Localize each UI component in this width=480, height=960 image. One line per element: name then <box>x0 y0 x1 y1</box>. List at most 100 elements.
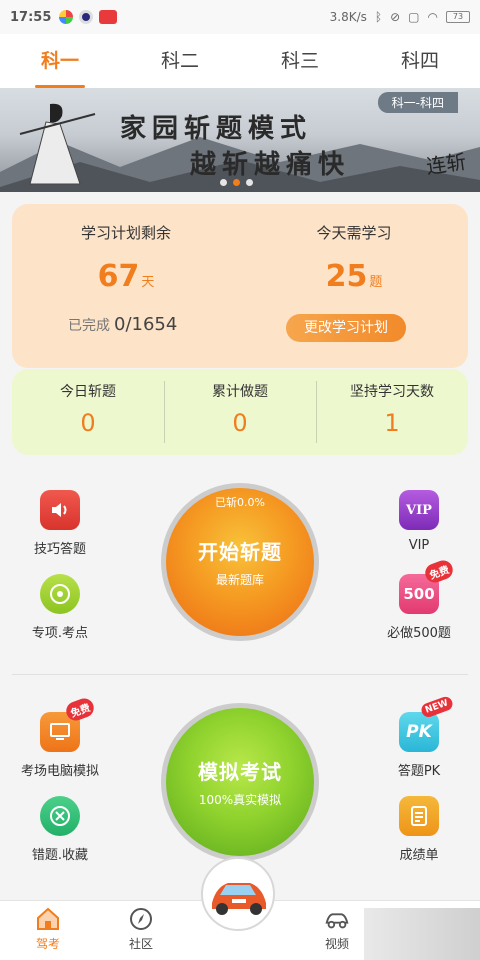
car-icon <box>323 905 351 933</box>
document-icon <box>399 796 439 836</box>
exam-title: 模拟考试 <box>198 760 282 784</box>
tab-subject-3[interactable]: 科三 <box>240 34 360 88</box>
new-badge: NEW <box>419 695 455 719</box>
today-unit: 题 <box>369 275 383 290</box>
stat-total: 累计做题 0 <box>164 369 316 455</box>
plan-remaining-label: 学习计划剩余 <box>80 224 171 242</box>
target-icon <box>40 574 80 614</box>
today-count: 25 <box>325 259 368 294</box>
topic-practice-button[interactable]: 专项.考点 <box>10 574 110 641</box>
plan-today-value: 25 题 <box>240 259 468 294</box>
nav-video[interactable]: 视频 <box>307 905 367 952</box>
pk-icon-text: PK <box>406 722 432 742</box>
section-divider <box>12 674 468 675</box>
banner-tag: 科一-科四 <box>377 92 458 113</box>
remaining-days: 67 <box>97 259 140 294</box>
mock-exam-circle: 模拟考试 100%真实模拟 <box>166 708 314 856</box>
wrong-favorites-button[interactable]: 错题.收藏 <box>10 796 110 863</box>
nav-video-label: 视频 <box>324 937 349 951</box>
corner-overlay <box>364 908 480 960</box>
nav-community-label: 社区 <box>128 937 153 951</box>
tab-subject-4[interactable]: 科四 <box>360 34 480 88</box>
must500-label: 必做500题 <box>387 626 451 641</box>
stat-today: 今日斩题 0 <box>12 369 164 455</box>
topic-label: 专项.考点 <box>31 626 89 641</box>
wifi-icon: ◠ <box>427 10 438 24</box>
banner-pager <box>220 179 253 186</box>
must500-icon-text: 500 <box>403 585 435 603</box>
swordsman-illustration <box>19 103 96 185</box>
app-notification-icon <box>79 10 94 24</box>
network-speed: 3.8K/s <box>329 10 367 24</box>
progress-text: 已斩0.0% <box>215 496 265 509</box>
sim-icon: ▢ <box>408 10 420 24</box>
tab-subject-1[interactable]: 科一 <box>0 34 120 88</box>
stat-label: 今日斩题 <box>60 384 116 400</box>
change-plan-button[interactable]: 更改学习计划 <box>286 314 406 342</box>
stats-card: 今日斩题 0 累计做题 0 坚持学习天数 1 <box>12 369 468 455</box>
stat-label: 坚持学习天数 <box>350 384 434 400</box>
car-photo-icon <box>212 883 266 915</box>
pk-label: 答题PK <box>397 764 441 779</box>
stat-value: 0 <box>80 409 96 437</box>
vip-icon: VIP <box>399 490 439 530</box>
free-badge: 免费 <box>422 557 456 586</box>
exam-subtitle: 100%真实模拟 <box>198 793 282 807</box>
computer-label: 考场电脑模拟 <box>20 764 99 779</box>
study-plan-card: 学习计划剩余 67 天 今天需学习 25 题 已完成 0/1654 更改学习计划 <box>12 204 468 368</box>
report-card-button[interactable]: 成绩单 <box>369 796 469 863</box>
vip-icon-text: VIP <box>406 502 432 518</box>
car-center-button[interactable] <box>201 857 275 931</box>
done-value: 0/1654 <box>114 314 178 335</box>
banner-title-2: 越斩越痛快 <box>190 150 351 180</box>
mute-icon: ⊘ <box>390 10 401 24</box>
speaker-icon <box>40 490 80 530</box>
compass-icon <box>127 905 155 933</box>
wrong-label: 错题.收藏 <box>31 848 89 863</box>
start-title: 开始斩题 <box>198 540 282 564</box>
banner-title-1: 家园斩题模式 <box>120 114 313 144</box>
start-practice-button[interactable]: 已斩0.0% 开始斩题 最新题库 <box>161 483 319 641</box>
pager-dot-active <box>233 179 240 186</box>
tab-subject-2[interactable]: 科二 <box>120 34 240 88</box>
status-right: 3.8K/s ᛒ ⊘ ▢ ◠ 73 <box>330 10 470 24</box>
promo-banner[interactable]: 家园斩题模式 越斩越痛快 科一-科四 连斩 <box>0 88 480 192</box>
start-subtitle: 最新题库 <box>215 573 264 587</box>
stat-value: 1 <box>384 409 400 437</box>
home-icon <box>34 905 62 933</box>
plan-done: 已完成 0/1654 <box>68 314 177 335</box>
nav-drive[interactable]: 驾考 <box>18 905 78 952</box>
500-icon: 500 免费 <box>399 557 456 614</box>
vip-label: VIP <box>408 538 430 553</box>
bluetooth-icon: ᛒ <box>374 10 383 24</box>
computer-icon: 免费 <box>40 695 97 752</box>
computer-exam-button[interactable]: 免费 考场电脑模拟 <box>10 695 110 779</box>
status-bar: 17:55 3.8K/s ᛒ ⊘ ▢ ◠ 73 <box>0 0 480 34</box>
plan-today-label: 今天需学习 <box>316 224 392 242</box>
pk-icon: PK NEW <box>399 695 455 752</box>
must-500-button[interactable]: 500 免费 必做500题 <box>369 557 469 641</box>
stat-streak: 坚持学习天数 1 <box>316 369 468 455</box>
plan-remaining-value: 67 天 <box>12 259 240 294</box>
pager-dot <box>220 179 227 186</box>
start-practice-circle: 已斩0.0% 开始斩题 最新题库 <box>166 488 314 636</box>
pager-dot <box>246 179 253 186</box>
banner-brush-text: 连斩 <box>424 149 468 179</box>
remaining-unit: 天 <box>141 275 155 290</box>
pk-button[interactable]: PK NEW 答题PK <box>369 695 469 779</box>
stat-label: 累计做题 <box>212 384 268 400</box>
mock-exam-button[interactable]: 模拟考试 100%真实模拟 <box>161 703 319 861</box>
plan-today: 今天需学习 25 题 <box>240 222 468 294</box>
status-time: 17:55 <box>10 9 52 25</box>
done-label: 已完成 <box>68 318 110 334</box>
nav-community[interactable]: 社区 <box>111 905 171 952</box>
tips-label: 技巧答题 <box>33 542 86 557</box>
app-notification-icon <box>59 10 74 24</box>
vip-button[interactable]: VIP VIP <box>369 490 469 553</box>
tips-answer-button[interactable]: 技巧答题 <box>10 490 110 557</box>
close-circle-icon <box>40 796 80 836</box>
stat-value: 0 <box>232 409 248 437</box>
free-badge: 免费 <box>63 695 97 724</box>
nav-drive-label: 驾考 <box>35 937 60 951</box>
subject-tabs: 科一 科二 科三 科四 <box>0 34 480 88</box>
